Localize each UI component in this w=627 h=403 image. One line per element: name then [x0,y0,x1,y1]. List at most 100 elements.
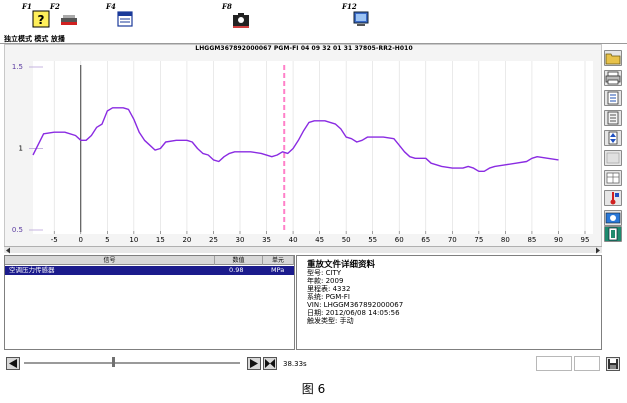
record-button[interactable] [604,210,622,226]
x-tick-label-17: 80 [501,236,510,244]
f4-data-list-button[interactable]: F4 [106,2,146,32]
y-tick-label-1: 1 [19,145,23,153]
x-tick-label-2: 5 [105,236,109,244]
table-button[interactable] [604,170,622,186]
header-value: 数值 [215,256,263,265]
detail-system: 系统: PGM-FI [307,293,350,301]
playback-bar: 38.33s [0,352,627,374]
rewind-button[interactable] [6,357,20,370]
details-scroll-area [603,255,623,350]
sensor-button[interactable] [604,190,622,206]
table-row[interactable]: 空调压力传感器 0.98 MPa [5,266,294,275]
x-tick-label-4: 15 [156,236,165,244]
playback-slider-thumb[interactable] [112,357,115,367]
folder-icon [605,53,621,65]
signal-table-header: 信号 数值 单元 [5,256,294,265]
figure-caption: 图 6 [301,382,326,396]
open-file-button[interactable] [604,50,622,66]
report-button[interactable] [604,90,622,106]
replay-window: F1 ? F2 F4 F8 F12 独立模式 模式 放播 1.5 1 0.5 -… [0,0,627,403]
detail-trigger: 触发类型: 手动 [307,317,354,325]
save-button[interactable] [606,357,620,371]
x-tick-label-7: 30 [236,236,245,244]
print-button[interactable] [604,70,622,86]
side-toolbar [603,48,623,242]
data-list-icon [117,11,133,27]
x-tick-label-1: 0 [79,236,83,244]
x-tick-label-13: 60 [395,236,404,244]
x-tick-label-16: 75 [474,236,483,244]
f4-label: F4 [106,2,116,11]
play-icon [250,359,258,368]
snapshot-icon [233,13,249,28]
x-tick-label-12: 55 [368,236,377,244]
x-tick-label-8: 35 [262,236,271,244]
list-button[interactable] [604,110,622,126]
exit-button[interactable] [604,226,622,242]
signal-name: 空调压力传感器 [9,266,55,274]
exit-door-icon [608,227,618,241]
header-signal: 信号 [5,256,215,265]
table-icon [606,172,620,184]
x-tick-label-6: 25 [209,236,218,244]
monitor-icon [353,11,369,26]
play-button[interactable] [247,357,261,370]
mode-bar: 独立模式 模式 放播 [0,34,627,44]
y-tick-label-2: 0.5 [12,226,23,234]
detail-model: 型号: CITY [307,269,342,277]
replay-file-details: 重放文件详细资料 型号: CITY 年款: 2009 里程表: 4332 系统:… [296,255,602,350]
sort-button[interactable] [604,130,622,146]
mode-label: 独立模式 模式 放播 [4,35,65,43]
save-disk-icon [608,359,618,369]
x-tick-label-3: 10 [129,236,138,244]
scrollbar-arrows [6,247,600,254]
f12-monitor-button[interactable]: F12 [342,2,382,32]
x-tick-label-11: 50 [342,236,351,244]
signal-table: 信号 数值 单元 空调压力传感器 0.98 MPa [4,255,295,350]
status-box-1 [536,356,572,371]
report-icon [607,91,619,105]
x-tick-label-10: 45 [315,236,324,244]
time-readout: 38.33s [283,360,307,368]
x-tick-label-20: 95 [581,236,590,244]
detail-date: 日期: 2012/06/08 14:05:56 [307,309,400,317]
status-box-2 [574,356,600,371]
y-tick-label-0: 1.5 [12,63,23,71]
x-tick-label-14: 65 [421,236,430,244]
detail-year: 年款: 2009 [307,277,344,285]
blank-icon [606,152,620,164]
step-button[interactable] [263,357,277,370]
f2-label: F2 [50,2,60,11]
x-tick-label-15: 70 [448,236,457,244]
x-tick-label-19: 90 [554,236,563,244]
f1-label: F1 [22,2,32,11]
signal-unit: MPa [271,266,285,274]
sort-icon [608,131,618,145]
plot-background [33,61,593,234]
f8-label: F8 [222,2,232,11]
line-chart[interactable]: 1.5 1 0.5 -5 0 5 10 15 20 25 30 35 40 45 50 55 60 65 70 75 8… [5,45,603,253]
blank-button[interactable] [604,150,622,166]
play-back-icon [9,359,17,368]
step-icon [265,359,275,368]
help-icon: ? [32,10,50,28]
f2-device-button[interactable]: F2 [50,2,90,32]
list-icon [607,111,619,125]
svg-text:?: ? [38,13,45,27]
x-tick-label-9: 40 [289,236,298,244]
playback-slider-track[interactable] [24,362,240,364]
device-icon [61,15,77,25]
x-tick-label-18: 85 [527,236,536,244]
detail-vin: VIN: LHGGM367892000067 [307,301,404,309]
function-key-toolbar: F1 ? F2 F4 F8 F12 [0,0,627,34]
header-unit: 单元 [263,256,294,265]
record-icon [605,212,621,224]
chart-area[interactable]: 1.5 1 0.5 -5 0 5 10 15 20 25 30 35 40 45 50 55 60 65 70 75 8… [4,44,602,252]
signal-value: 0.98 [229,266,244,274]
detail-odometer: 里程表: 4332 [307,285,351,293]
chart-horizontal-scrollbar[interactable] [4,246,602,254]
f8-snapshot-button[interactable]: F8 [222,2,262,32]
x-tick-label-0: -5 [51,236,58,244]
x-tick-label-5: 20 [182,236,191,244]
printer-icon [605,71,621,85]
